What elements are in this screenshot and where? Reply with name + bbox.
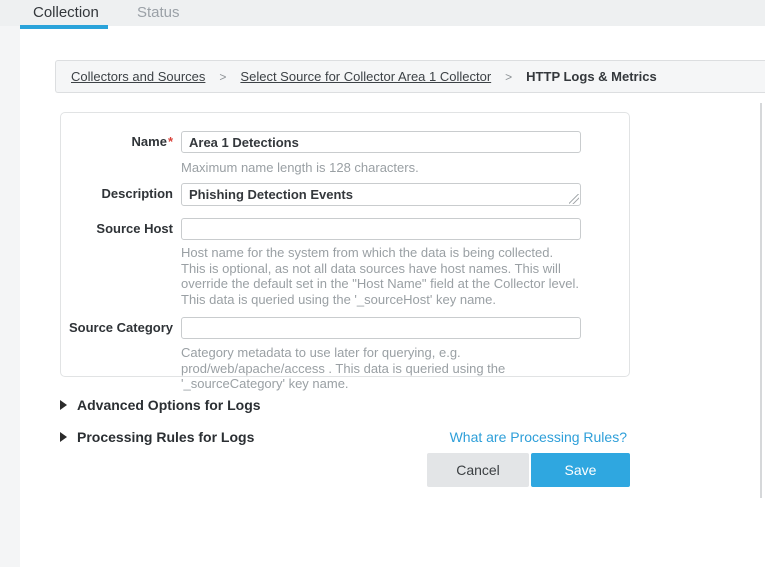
left-gutter <box>0 26 20 567</box>
source-category-helper-text: Category metadata to use later for query… <box>181 345 579 392</box>
breadcrumb-separator-icon: > <box>505 70 512 84</box>
tab-bar: Collection Status <box>0 0 765 26</box>
breadcrumb-separator-icon: > <box>219 70 226 84</box>
name-label-text: Name <box>132 134 167 149</box>
resize-handle-icon[interactable] <box>569 194 579 204</box>
breadcrumb-current-page: HTTP Logs & Metrics <box>526 69 657 84</box>
advanced-options-label: Advanced Options for Logs <box>77 397 261 413</box>
tab-status[interactable]: Status <box>137 4 180 21</box>
required-asterisk: * <box>168 134 173 149</box>
source-category-input[interactable] <box>181 317 581 339</box>
scrollbar-track[interactable] <box>760 103 762 498</box>
processing-rules-section-toggle[interactable]: Processing Rules for Logs <box>60 429 254 445</box>
save-button[interactable]: Save <box>531 453 630 487</box>
tab-collection[interactable]: Collection <box>33 4 99 21</box>
source-host-input[interactable] <box>181 218 581 240</box>
source-config-page: Collection Status Collectors and Sources… <box>0 0 765 567</box>
breadcrumb-select-source[interactable]: Select Source for Collector Area 1 Colle… <box>240 69 491 84</box>
breadcrumb-collectors-and-sources[interactable]: Collectors and Sources <box>71 69 205 84</box>
name-label: Name* <box>61 131 173 153</box>
source-form-card: Name* Maximum name length is 128 charact… <box>60 112 630 377</box>
expand-triangle-icon <box>60 432 67 442</box>
description-label: Description <box>61 183 173 205</box>
source-host-helper-text: Host name for the system from which the … <box>181 245 579 307</box>
processing-rules-label: Processing Rules for Logs <box>77 429 254 445</box>
cancel-button[interactable]: Cancel <box>427 453 529 487</box>
breadcrumb: Collectors and Sources > Select Source f… <box>55 60 765 93</box>
source-host-label: Source Host <box>61 218 173 240</box>
advanced-options-section-toggle[interactable]: Advanced Options for Logs <box>60 397 261 413</box>
name-helper-text: Maximum name length is 128 characters. <box>181 160 579 176</box>
description-textarea[interactable]: Phishing Detection Events <box>181 183 581 206</box>
active-tab-underline <box>20 25 108 29</box>
what-are-processing-rules-link[interactable]: What are Processing Rules? <box>450 429 627 445</box>
name-input[interactable] <box>181 131 581 153</box>
source-category-label: Source Category <box>61 317 173 339</box>
expand-triangle-icon <box>60 400 67 410</box>
